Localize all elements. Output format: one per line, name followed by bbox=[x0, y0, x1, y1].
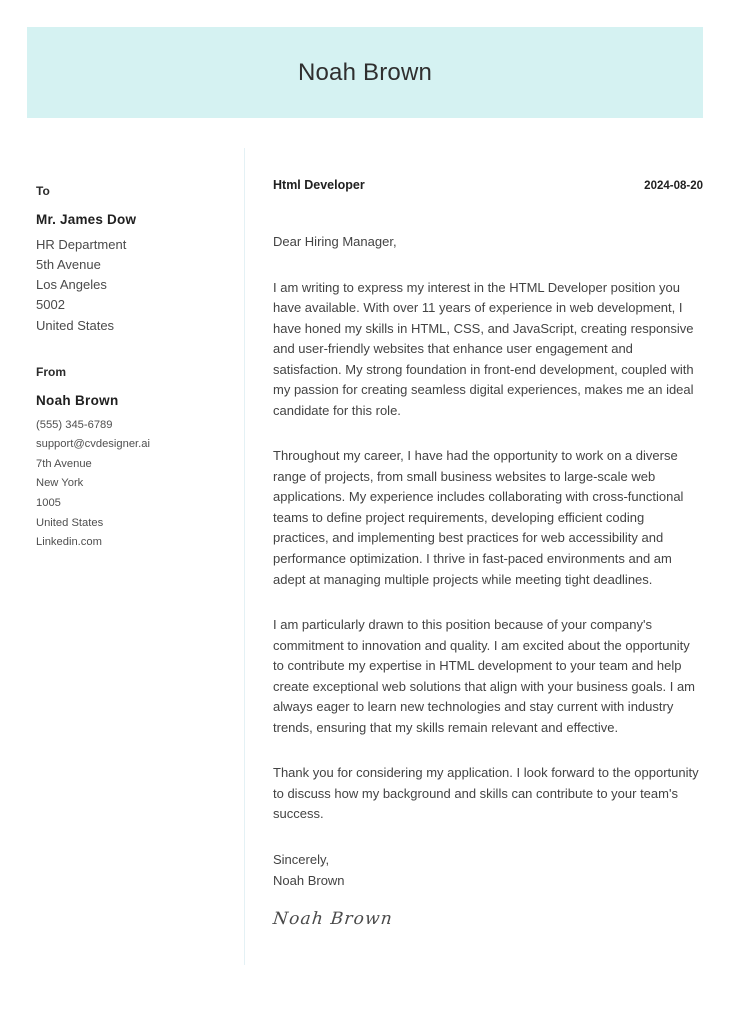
recipient-block: To Mr. James Dow HR Department 5th Avenu… bbox=[36, 184, 226, 336]
sender-block: From Noah Brown (555) 345-6789 support@c… bbox=[36, 365, 226, 553]
header-banner: Noah Brown bbox=[27, 27, 703, 118]
recipient-line: 5th Avenue bbox=[36, 257, 101, 273]
letter-header-row: Html Developer 2024-08-20 bbox=[273, 178, 703, 194]
letter-paragraph: Throughout my career, I have had the opp… bbox=[273, 448, 684, 587]
sender-line: United States bbox=[36, 516, 104, 529]
recipient-line: 5002 bbox=[36, 297, 65, 313]
letter-paragraph: I am writing to express my interest in t… bbox=[273, 279, 694, 418]
to-label: To bbox=[36, 184, 50, 198]
from-label: From bbox=[36, 364, 66, 379]
sidebar-contact-panel: To Mr. James Dow HR Department 5th Avenu… bbox=[36, 184, 226, 553]
letter-paragraph: Thank you for considering my application… bbox=[273, 765, 699, 822]
salutation: Dear Hiring Manager, bbox=[273, 233, 397, 249]
sender-line: 7th Avenue bbox=[36, 457, 92, 470]
letter-main-column: Html Developer 2024-08-20 Dear Hiring Ma… bbox=[271, 178, 703, 930]
cover-letter-page: Noah Brown To Mr. James Dow HR Departmen… bbox=[0, 0, 730, 1024]
job-title: Html Developer bbox=[273, 178, 365, 192]
sender-email: support@cvdesigner.ai bbox=[36, 438, 150, 451]
signature: Noah Brown bbox=[271, 909, 395, 930]
page-title: Noah Brown bbox=[297, 58, 433, 86]
recipient-line: HR Department bbox=[36, 236, 127, 252]
closing-block: Sincerely, Noah Brown bbox=[273, 850, 703, 892]
sender-line: New York bbox=[36, 477, 84, 490]
closing-name: Noah Brown bbox=[273, 872, 345, 888]
sender-website: Linkedin.com bbox=[36, 536, 102, 549]
sender-line: 1005 bbox=[36, 496, 61, 509]
letter-date: 2024-08-20 bbox=[644, 180, 703, 192]
recipient-line: United States bbox=[36, 317, 115, 333]
sender-name: Noah Brown bbox=[36, 393, 119, 409]
closing-word: Sincerely, bbox=[273, 851, 330, 867]
sender-phone: (555) 345-6789 bbox=[36, 418, 113, 431]
recipient-line: Los Angeles bbox=[36, 277, 107, 293]
recipient-name: Mr. James Dow bbox=[36, 212, 137, 228]
letter-paragraph: I am particularly drawn to this position… bbox=[273, 617, 696, 735]
column-divider bbox=[244, 148, 245, 965]
